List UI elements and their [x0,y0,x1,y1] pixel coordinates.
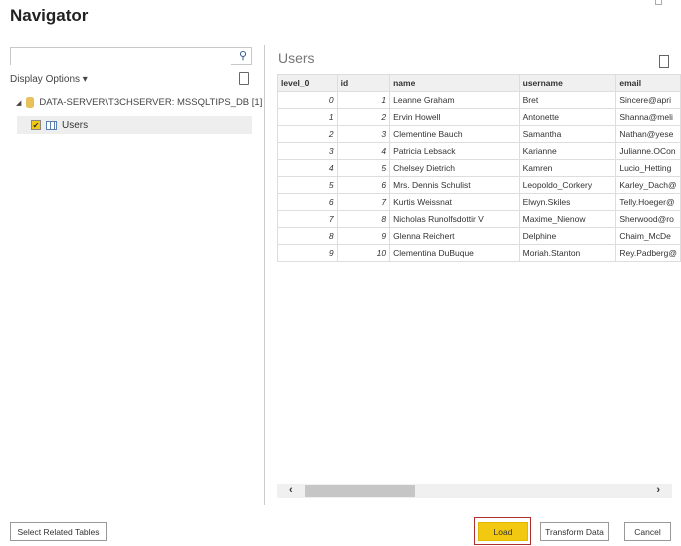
table-cell: Sincere@apri [615,91,681,109]
table-cell: 3 [336,125,391,143]
table-cell: 8 [336,210,391,228]
table-cell: 2 [336,108,391,126]
table-cell: Lucio_Hetting [615,159,681,177]
table-cell: Clementina DuBuque [389,244,520,262]
table-cell: 7 [336,193,391,211]
preview-refresh-icon[interactable] [659,55,669,68]
table-cell: Chelsey Dietrich [389,159,520,177]
table-cell: Glenna Reichert [389,227,520,245]
table-cell: 1 [277,108,338,126]
table-cell: Samantha [518,125,617,143]
display-options-dropdown[interactable]: Display Options ▾ [10,74,88,85]
table-row: 0 1 Leanne Graham Bret Sincere@apri [277,91,681,109]
column-header[interactable]: username [518,74,617,92]
table-cell: 6 [336,176,391,194]
pane-divider[interactable] [264,45,265,505]
table-cell: 10 [336,244,391,262]
scrollbar-thumb[interactable] [305,485,415,497]
table-cell: Leopoldo_Corkery [518,176,617,194]
preview-table: level_0 id name username email 0 1 Leanne Grah… [277,74,681,262]
transform-data-button[interactable]: Transform Data [540,522,609,541]
table-cell: 0 [277,91,338,109]
cancel-button[interactable]: Cancel [624,522,671,541]
table-icon [46,120,57,130]
table-cell: 5 [277,176,338,194]
table-cell: Nathan@yese [615,125,681,143]
table-cell: 9 [277,244,338,262]
table-cell: Kamren [518,159,617,177]
table-cell: Karley_Dach@ [615,176,681,194]
table-cell: 3 [277,142,338,160]
table-cell: Nicholas Runolfsdottir V [389,210,520,228]
table-cell: Telly.Hoeger@ [615,193,681,211]
table-row: 5 6 Mrs. Dennis Schulist Leopoldo_Corkery Ka… [277,176,681,194]
table-cell: Kurtis Weissnat [389,193,520,211]
database-icon [26,97,35,108]
collapse-icon[interactable]: ◢ [16,99,21,107]
table-cell: Mrs. Dennis Schulist [389,176,520,194]
column-header[interactable]: level_0 [277,74,338,92]
table-cell: Patricia Lebsack [389,142,520,160]
search-input[interactable] [11,50,231,67]
table-row: 7 8 Nicholas Runolfsdottir V Maxime_Nienow S… [277,210,681,228]
table-cell: Karianne [518,142,617,160]
table-cell: Maxime_Nienow [518,210,617,228]
select-related-tables-button[interactable]: Select Related Tables [10,522,107,541]
window-icon[interactable] [655,0,662,5]
scroll-left-icon[interactable]: ‹ [289,484,293,496]
table-cell: Chaim_McDe [615,227,681,245]
table-row: 3 4 Patricia Lebsack Karianne Julianne.OCon [277,142,681,160]
table-cell: Elwyn.Skiles [518,193,617,211]
table-cell: Rey.Padberg@ [615,244,681,262]
table-row: 8 9 Glenna Reichert Delphine Chaim_McDe [277,227,681,245]
table-cell: Julianne.OCon [615,142,681,160]
table-cell: 6 [277,193,338,211]
table-row: 9 10 Clementina DuBuque Moriah.Stanton Rey.P… [277,244,681,262]
table-cell: Moriah.Stanton [518,244,617,262]
search-box[interactable]: ⚲ [10,47,252,67]
table-row: 1 2 Ervin Howell Antonette Shanna@meli [277,108,681,126]
table-cell: Antonette [518,108,617,126]
table-cell: 4 [336,142,391,160]
table-cell: Shanna@meli [615,108,681,126]
table-cell: 5 [336,159,391,177]
horizontal-scrollbar[interactable]: ‹ › [277,484,672,498]
table-cell: 1 [336,91,391,109]
refresh-icon[interactable] [239,72,249,85]
server-label: DATA-SERVER\T3CHSERVER: MSSQLTIPS_DB [1] [39,97,263,108]
column-header[interactable]: name [389,74,520,92]
scroll-right-icon[interactable]: › [656,484,660,496]
column-header[interactable]: id [336,74,391,92]
table-cell: Sherwood@ro [615,210,681,228]
dialog-title: Navigator [10,6,89,25]
load-button[interactable]: Load [478,522,528,541]
tree-server-node[interactable]: ◢ DATA-SERVER\T3CHSERVER: MSSQLTIPS_DB [… [16,97,262,108]
table-cell: 4 [277,159,338,177]
preview-title: Users [278,50,315,66]
table-cell: Bret [518,91,617,109]
table-cell: 7 [277,210,338,228]
table-cell: 9 [336,227,391,245]
tree-table-users[interactable]: ✔ Users [17,116,252,134]
table-row: 4 5 Chelsey Dietrich Kamren Lucio_Hetting [277,159,681,177]
column-header[interactable]: email [615,74,681,92]
checkbox-checked-icon[interactable]: ✔ [31,120,41,130]
table-row: 2 3 Clementine Bauch Samantha Nathan@yese [277,125,681,143]
table-cell: Leanne Graham [389,91,520,109]
table-cell: 8 [277,227,338,245]
table-label: Users [62,119,89,131]
table-row: 6 7 Kurtis Weissnat Elwyn.Skiles Telly.Hoege… [277,193,681,211]
table-cell: 2 [277,125,338,143]
table-cell: Clementine Bauch [389,125,520,143]
search-icon[interactable]: ⚲ [239,49,247,62]
table-cell: Delphine [518,227,617,245]
table-cell: Ervin Howell [389,108,520,126]
